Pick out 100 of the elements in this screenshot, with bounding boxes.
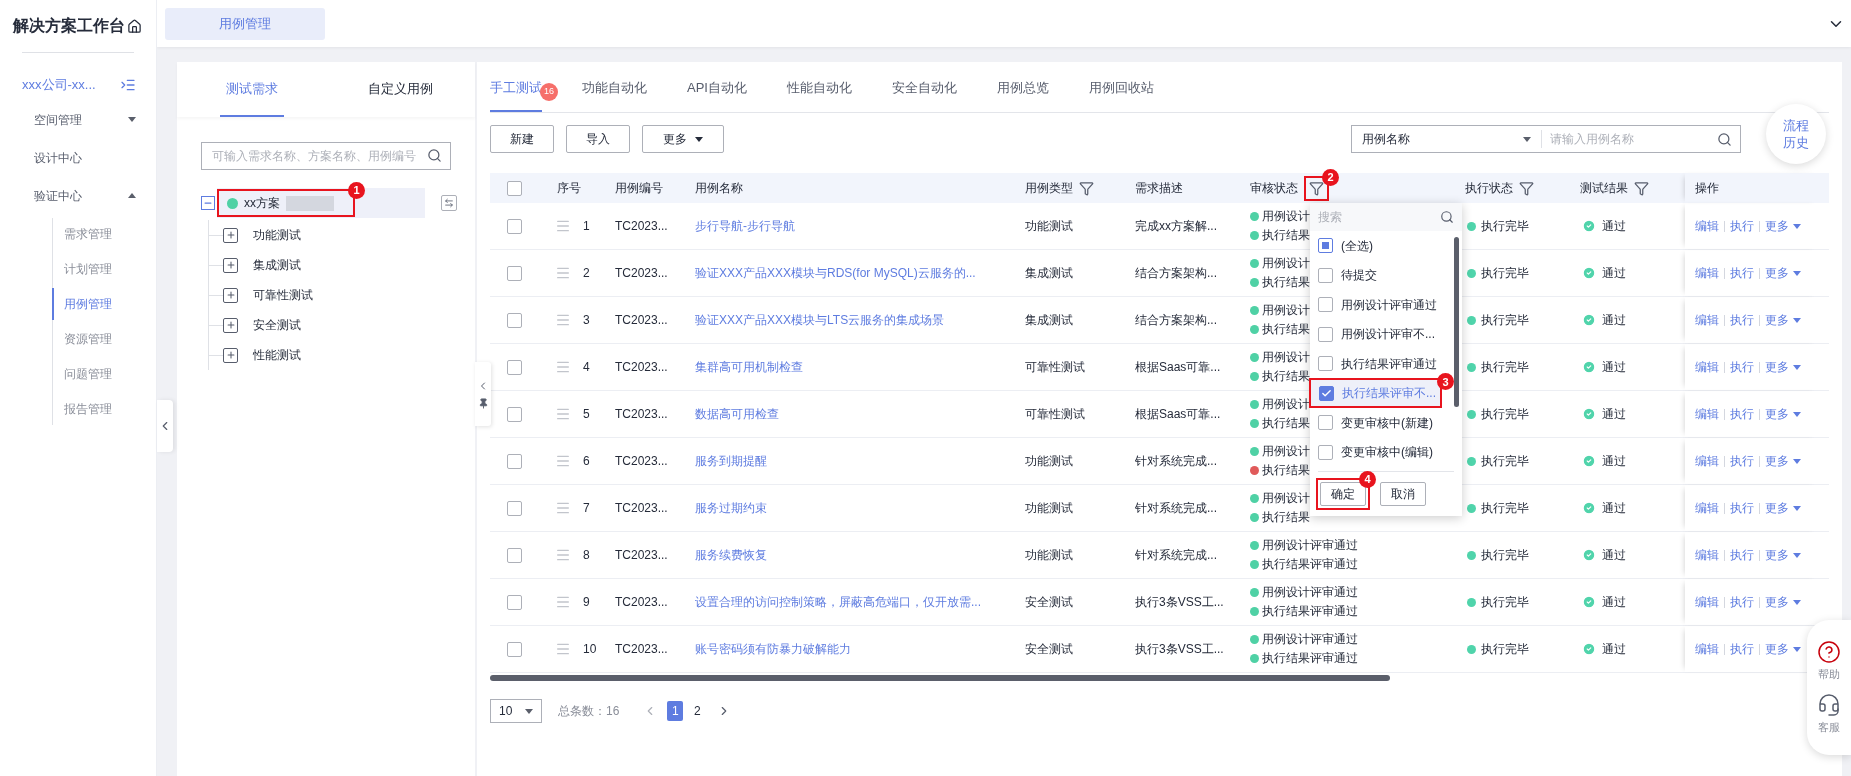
row-checkbox[interactable]: [507, 500, 522, 516]
sidebar-collapse-button[interactable]: [157, 400, 173, 452]
tree-node-label[interactable]: 安全测试: [253, 316, 301, 334]
action-link[interactable]: 执行: [1730, 452, 1754, 470]
expand-toggle[interactable]: [223, 347, 238, 363]
more-menu-button[interactable]: 更多: [1765, 405, 1801, 423]
panel-tab[interactable]: 测试需求: [219, 62, 284, 117]
page-tab[interactable]: 用例管理: [165, 7, 325, 40]
menu-group[interactable]: 空间管理: [0, 100, 156, 139]
toolbar-button[interactable]: 导入: [566, 125, 630, 153]
drag-handle-icon[interactable]: [555, 547, 571, 563]
tree-node-label[interactable]: 集成测试: [253, 256, 301, 274]
action-link[interactable]: 执行: [1730, 358, 1754, 376]
content-tab[interactable]: 安全自动化: [891, 77, 957, 112]
action-link[interactable]: 编辑: [1695, 593, 1719, 611]
more-menu-button[interactable]: 更多: [1765, 546, 1801, 564]
case-name-link[interactable]: 设置合理的访问控制策略，屏蔽高危端口，仅开放需...: [695, 595, 981, 609]
drag-handle-icon[interactable]: [555, 500, 571, 516]
swap-button[interactable]: [441, 195, 457, 211]
search-icon[interactable]: [1440, 210, 1454, 224]
checkbox[interactable]: [1318, 267, 1333, 283]
search-icon[interactable]: [1717, 132, 1732, 147]
action-link[interactable]: 编辑: [1695, 264, 1719, 282]
filter-option[interactable]: 待提交: [1310, 262, 1381, 289]
more-menu-button[interactable]: 更多: [1765, 593, 1801, 611]
case-name-link[interactable]: 服务到期提醒: [695, 454, 767, 468]
content-tab[interactable]: 功能自动化: [582, 77, 647, 112]
action-link[interactable]: 编辑: [1695, 546, 1719, 564]
action-link[interactable]: 执行: [1730, 405, 1754, 423]
checkbox[interactable]: [1318, 415, 1333, 431]
action-link[interactable]: 编辑: [1695, 358, 1719, 376]
search-field[interactable]: 可输入需求名称、方案名称、用例编号: [201, 142, 451, 170]
search-icon[interactable]: [427, 148, 442, 163]
help-widget-button[interactable]: 客服: [1817, 692, 1841, 735]
collapse-toggle[interactable]: [201, 196, 215, 210]
menu-item[interactable]: 报告管理: [52, 392, 155, 425]
content-tab[interactable]: 用例总览: [996, 77, 1049, 112]
action-link[interactable]: 执行: [1730, 546, 1754, 564]
case-name-link[interactable]: 验证XXX产品XXX模块与LTS云服务的集成场景: [695, 313, 945, 327]
case-name-link[interactable]: 数据高可用检查: [695, 407, 779, 421]
drag-handle-icon[interactable]: [555, 265, 571, 281]
page-button[interactable]: 1: [667, 701, 684, 721]
menu-item[interactable]: 计划管理: [52, 252, 155, 285]
tree-node-label[interactable]: 性能测试: [253, 346, 301, 364]
filter-option[interactable]: (全选): [1310, 232, 1377, 259]
action-link[interactable]: 编辑: [1695, 217, 1719, 235]
filter-icon[interactable]: [1309, 180, 1324, 196]
tree-node-label[interactable]: 功能测试: [253, 226, 301, 244]
page-size-select[interactable]: 10: [490, 699, 542, 723]
row-checkbox[interactable]: [507, 547, 522, 563]
row-checkbox[interactable]: [507, 265, 522, 281]
filter-option[interactable]: 变更审核中(编辑): [1310, 439, 1437, 466]
more-menu-button[interactable]: 更多: [1765, 640, 1801, 658]
row-checkbox[interactable]: [507, 594, 522, 610]
case-name-link[interactable]: 集群高可用机制检查: [695, 360, 803, 374]
help-widget-button[interactable]: 帮助: [1817, 640, 1841, 683]
drag-handle-icon[interactable]: [555, 312, 571, 328]
row-checkbox[interactable]: [507, 218, 522, 234]
checkbox[interactable]: [1319, 385, 1334, 401]
filter-option[interactable]: 执行结果评审不...: [1311, 380, 1440, 407]
more-button[interactable]: 更多: [642, 125, 724, 153]
filter-icon[interactable]: [1519, 180, 1534, 196]
tree-node-label[interactable]: 可靠性测试: [253, 286, 313, 304]
row-checkbox[interactable]: [507, 406, 522, 422]
home-icon[interactable]: [127, 18, 142, 34]
action-link[interactable]: 执行: [1730, 640, 1754, 658]
drag-handle-icon[interactable]: [555, 218, 571, 234]
field-selector[interactable]: 用例名称: [1352, 130, 1542, 148]
process-history-button[interactable]: 流程历史: [1766, 104, 1826, 164]
panel-tab[interactable]: 自定义用例: [362, 62, 439, 117]
search-bar[interactable]: 用例名称 请输入用例名称: [1351, 125, 1741, 153]
filter-option[interactable]: 用例设计评审通过: [1310, 291, 1441, 318]
menu-item[interactable]: 设计中心: [0, 138, 156, 177]
more-menu-button[interactable]: 更多: [1765, 499, 1801, 517]
action-link[interactable]: 执行: [1730, 499, 1754, 517]
row-checkbox[interactable]: [507, 453, 522, 469]
select-all-checkbox[interactable]: [507, 180, 522, 196]
case-name-link[interactable]: 服务续费恢复: [695, 548, 767, 562]
checkbox[interactable]: [1318, 326, 1333, 342]
expand-toggle[interactable]: [223, 317, 238, 333]
row-checkbox[interactable]: [507, 312, 522, 328]
content-tab[interactable]: 性能自动化: [786, 77, 852, 112]
more-menu-button[interactable]: 更多: [1765, 217, 1801, 235]
more-menu-button[interactable]: 更多: [1765, 358, 1801, 376]
filter-search-field[interactable]: 搜索: [1310, 203, 1462, 231]
action-link[interactable]: 执行: [1730, 593, 1754, 611]
filter-option[interactable]: 变更审核中(新建): [1310, 409, 1437, 436]
action-link[interactable]: 执行: [1730, 264, 1754, 282]
filter-icon[interactable]: [1634, 180, 1649, 196]
menu-item[interactable]: 资源管理: [52, 322, 155, 355]
checkbox[interactable]: [1318, 356, 1333, 372]
more-menu-button[interactable]: 更多: [1765, 264, 1801, 282]
case-name-link[interactable]: 验证XXX产品XXX模块与RDS(for MySQL)云服务的...: [695, 266, 976, 280]
toolbar-button[interactable]: 新建: [490, 125, 554, 153]
action-link[interactable]: 编辑: [1695, 311, 1719, 329]
organization-name[interactable]: xxx公司-xx...: [22, 75, 96, 95]
drag-handle-icon[interactable]: [555, 453, 571, 469]
action-link[interactable]: 执行: [1730, 311, 1754, 329]
action-link[interactable]: 编辑: [1695, 640, 1719, 658]
more-menu-button[interactable]: 更多: [1765, 452, 1801, 470]
